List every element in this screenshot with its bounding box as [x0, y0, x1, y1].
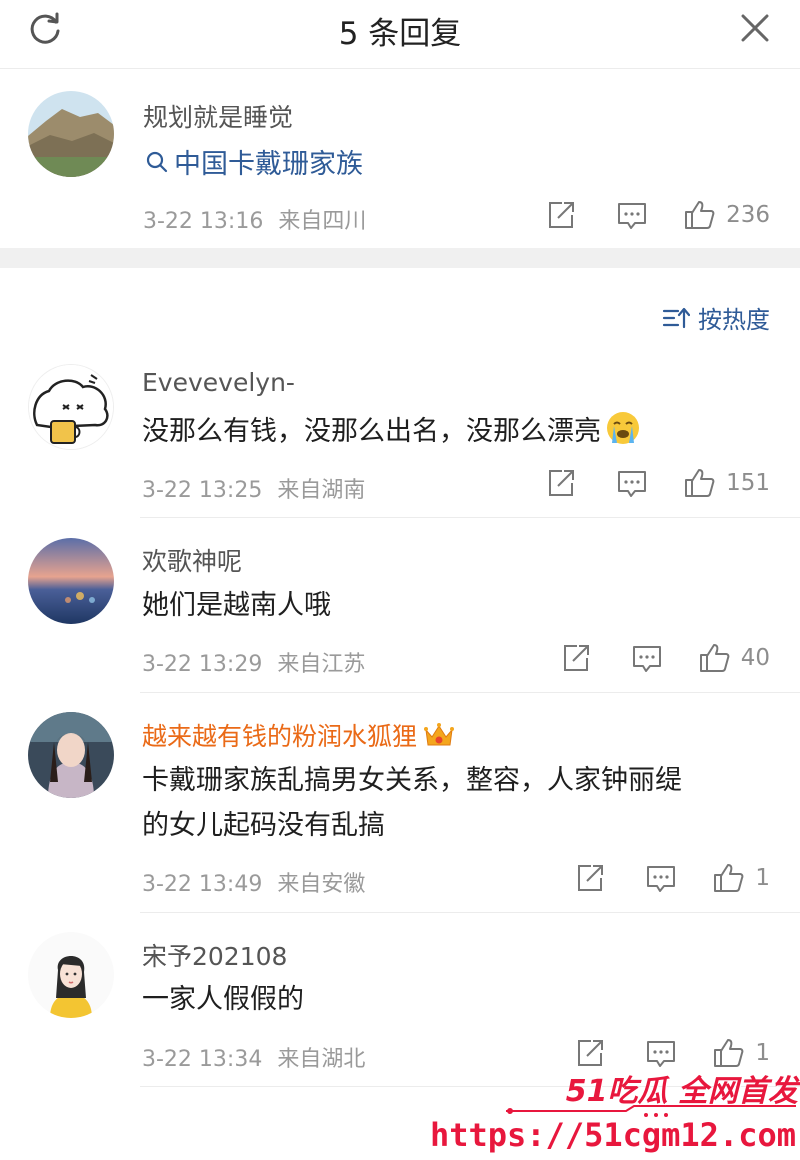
- reply-content: 一家人假假的: [142, 984, 304, 1015]
- crying-face-emoji: [607, 412, 639, 444]
- like-count: 40: [740, 645, 770, 671]
- section-separator: [0, 248, 800, 268]
- avatar[interactable]: [28, 538, 114, 624]
- watermark: 51吃瓜 全网首发 https://51cgm12.com: [430, 1062, 800, 1160]
- reply-text: 没那么有钱，没那么出名，没那么漂亮: [142, 416, 601, 447]
- avatar[interactable]: [28, 712, 114, 798]
- like-icon[interactable]: [711, 861, 747, 895]
- share-icon[interactable]: [542, 198, 578, 232]
- sort-icon: [662, 307, 690, 328]
- like-count: 236: [726, 202, 770, 228]
- header: 5 条回复: [0, 0, 800, 60]
- timestamp: 3-22 13:49: [142, 872, 263, 897]
- username[interactable]: 越来越有钱的粉润水狐狸: [142, 717, 455, 753]
- like-icon[interactable]: [682, 466, 718, 500]
- like-icon[interactable]: [697, 641, 733, 675]
- location: 来自安徽: [277, 872, 366, 897]
- timestamp: 3-22 13:29: [142, 652, 263, 677]
- reply-content: 她们是越南人哦: [142, 590, 331, 621]
- search-icon: [146, 151, 168, 172]
- comment-icon[interactable]: [629, 641, 665, 675]
- reply-divider: [140, 912, 800, 913]
- comment-actions: 40: [557, 641, 770, 675]
- topic-label: 中国卡戴珊家族: [174, 149, 363, 180]
- sort-button[interactable]: 按热度: [662, 300, 770, 335]
- comment-meta: 3-22 13:16 来自四川: [143, 203, 366, 235]
- comment-meta: 3-22 13:49 来自安徽: [142, 866, 365, 898]
- comment-icon[interactable]: [614, 198, 650, 232]
- username[interactable]: 宋予202108: [142, 937, 287, 973]
- reply-divider: [140, 692, 800, 693]
- share-icon[interactable]: [571, 861, 607, 895]
- comment-meta: 3-22 13:34 来自湖北: [142, 1041, 365, 1073]
- share-icon[interactable]: [557, 641, 593, 675]
- username[interactable]: Evevevelyn-: [142, 368, 295, 397]
- comment-meta: 3-22 13:25 来自湖南: [142, 472, 365, 504]
- watermark-url: https://51cgm12.com: [429, 1116, 796, 1154]
- crown-badge-icon: [424, 723, 455, 746]
- comment-icon[interactable]: [643, 861, 679, 895]
- username[interactable]: 欢歌神呢: [142, 542, 242, 578]
- close-icon[interactable]: [735, 8, 775, 48]
- timestamp: 3-22 13:34: [142, 1047, 263, 1072]
- topic-link[interactable]: 中国卡戴珊家族: [145, 142, 363, 181]
- avatar[interactable]: [28, 932, 114, 1018]
- username[interactable]: 规划就是睡觉: [143, 98, 293, 134]
- location: 来自四川: [278, 209, 367, 234]
- like-count: 1: [755, 865, 770, 891]
- location: 来自湖北: [277, 1047, 366, 1072]
- like-icon[interactable]: [682, 198, 718, 232]
- comment-icon[interactable]: [614, 466, 650, 500]
- location: 来自江苏: [277, 652, 366, 677]
- reply-divider: [140, 517, 800, 518]
- avatar[interactable]: [28, 91, 114, 177]
- root-comment: 规划就是睡觉 中国卡戴珊家族 3-22 13:16 来自四川 236: [0, 70, 800, 248]
- comment-meta: 3-22 13:29 来自江苏: [142, 646, 365, 678]
- like-count: 151: [726, 470, 770, 496]
- share-icon[interactable]: [542, 466, 578, 500]
- comment-actions: 236: [542, 198, 770, 232]
- avatar[interactable]: [28, 364, 114, 450]
- watermark-brand: 51吃瓜 全网首发: [565, 1074, 798, 1109]
- timestamp: 3-22 13:25: [142, 478, 263, 503]
- reply-content: 没那么有钱，没那么出名，没那么漂亮: [142, 409, 642, 454]
- location: 来自湖南: [277, 478, 366, 503]
- reply-content-line2: 的女儿起码没有乱搞: [142, 810, 385, 841]
- header-divider: [0, 68, 800, 69]
- timestamp: 3-22 13:16: [143, 209, 264, 234]
- username-text: 越来越有钱的粉润水狐狸: [142, 722, 418, 751]
- comment-actions: 151: [542, 466, 770, 500]
- reply-content-line1: 卡戴珊家族乱搞男女关系，整容，人家钟丽缇: [142, 765, 682, 796]
- comment-actions: 1: [571, 861, 770, 895]
- sort-label: 按热度: [698, 306, 770, 334]
- page-title: 5 条回复: [338, 16, 462, 52]
